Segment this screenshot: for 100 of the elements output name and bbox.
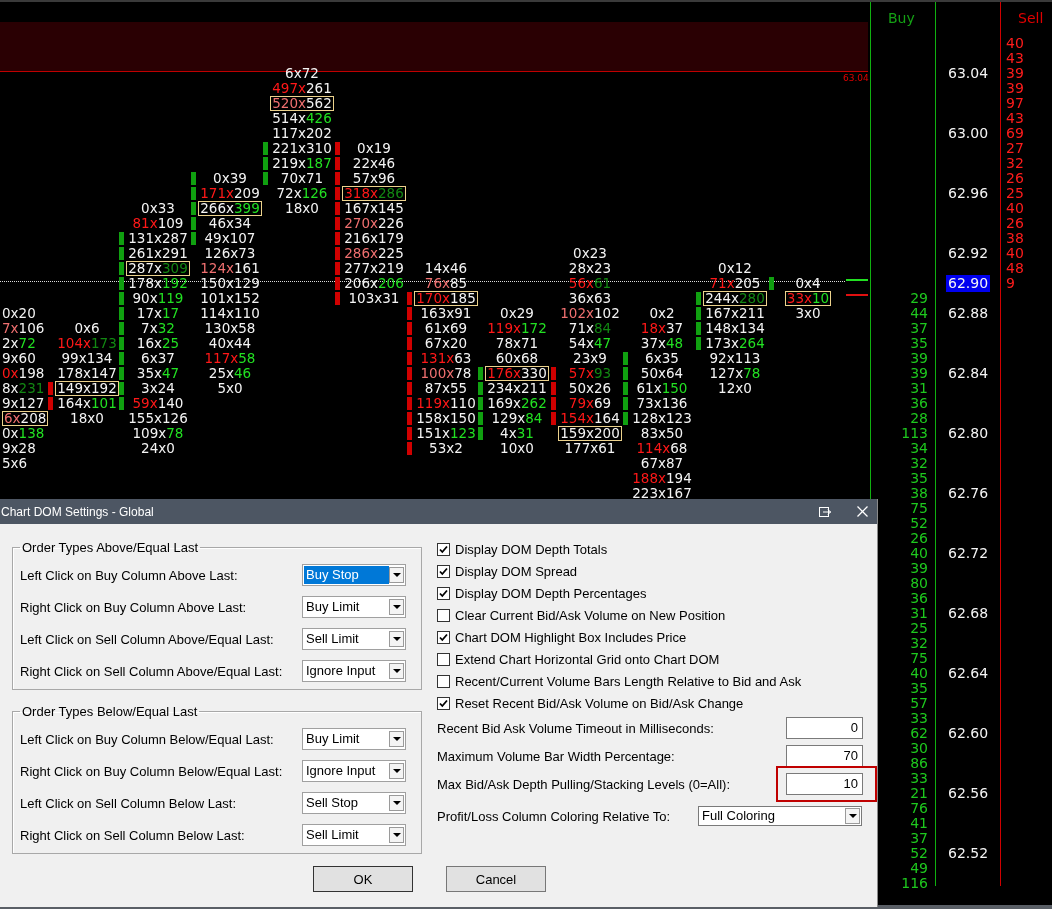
dropdown[interactable]: Sell Stop	[302, 792, 406, 814]
ask-volume: 44	[234, 335, 252, 351]
buy-volume: 34	[909, 441, 928, 456]
bid-volume: 35x	[136, 365, 162, 381]
ask-volume: 31	[382, 290, 400, 306]
price-level[interactable]: 62.52	[946, 846, 991, 861]
ask-volume: 179	[378, 230, 404, 246]
price-marker	[846, 279, 868, 281]
price-level[interactable]: 62.68	[946, 606, 991, 621]
price-level[interactable]: 62.92	[946, 246, 991, 261]
bid-volume: 83x	[640, 425, 666, 441]
bid-volume: 36x	[568, 290, 594, 306]
ask-volume: 69	[450, 320, 468, 336]
price-level[interactable]: 62.90	[946, 275, 991, 292]
price-level[interactable]: 62.88	[946, 306, 991, 321]
buy-volume: 26	[909, 531, 928, 546]
ask-volume: 55	[450, 380, 468, 396]
ask-volume: 48	[666, 335, 684, 351]
bid-volume: 0x	[2, 365, 19, 381]
checkbox[interactable]	[437, 608, 450, 622]
bid-volume: 103x	[348, 290, 383, 306]
ask-volume: 26	[594, 380, 612, 396]
dropdown[interactable]: Sell Limit	[302, 628, 406, 650]
ask-volume: 60	[18, 350, 36, 366]
bid-volume: 109x	[132, 425, 167, 441]
number-field[interactable]: 10	[786, 773, 863, 795]
ask-volume: 109	[157, 215, 184, 231]
dropdown[interactable]: Ignore Input	[302, 660, 406, 682]
popout-icon[interactable]	[819, 506, 831, 517]
checkbox-label: Display DOM Depth Totals	[455, 541, 608, 557]
checkbox[interactable]	[437, 564, 450, 578]
dialog-button[interactable]: OK	[313, 866, 413, 892]
bid-volume: 50x	[640, 365, 666, 381]
price-level[interactable]: 63.04	[946, 66, 991, 81]
checkbox[interactable]	[437, 586, 450, 600]
checkbox[interactable]	[437, 630, 450, 644]
ask-volume: 262	[521, 395, 547, 411]
price-level[interactable]: 63.00	[946, 126, 991, 141]
bid-volume: 129x	[491, 410, 526, 426]
field-label: Right Click on Sell Column Above/Equal Last:	[20, 663, 284, 679]
close-icon[interactable]	[857, 506, 868, 517]
bid-volume: 87x	[424, 380, 450, 396]
sell-volume: 40	[1006, 246, 1024, 261]
number-field[interactable]: 0	[786, 717, 863, 739]
checkbox[interactable]	[437, 674, 450, 688]
checkbox-label: Chart DOM Highlight Box Includes Price	[455, 629, 687, 645]
price-level[interactable]: 62.56	[946, 786, 991, 801]
checkbox[interactable]	[437, 652, 450, 666]
bid-volume: 54x	[568, 335, 594, 351]
dropdown[interactable]: Sell Limit	[302, 824, 406, 846]
bid-volume: 7x	[2, 320, 19, 336]
dropdown[interactable]: Buy Limit	[302, 596, 406, 618]
sell-volume: 27	[1006, 141, 1024, 156]
number-field[interactable]: 70	[786, 745, 863, 767]
bid-volume: 37x	[640, 335, 666, 351]
price-level[interactable]: 62.72	[946, 546, 991, 561]
dropdown[interactable]: Ignore Input	[302, 760, 406, 782]
checkbox[interactable]	[437, 542, 450, 556]
bid-volume: 71x	[568, 320, 594, 336]
ask-volume: 399	[234, 200, 260, 216]
dialog-button[interactable]: Cancel	[446, 866, 546, 892]
ask-volume: 78	[743, 365, 761, 381]
ask-volume: 63	[454, 350, 472, 366]
sell-volume: 25	[1006, 186, 1024, 201]
bid-volume: 150x	[200, 275, 234, 291]
ask-volume: 225	[378, 245, 404, 261]
dropdown[interactable]: Buy Limit	[302, 728, 406, 750]
ask-volume: 2	[666, 305, 675, 321]
ask-volume: 107	[229, 230, 256, 246]
ask-volume: 0	[812, 305, 821, 321]
price-level[interactable]: 62.80	[946, 426, 991, 441]
checkbox-label: Recent/Current Volume Bars Length Relative to Bid and Ask	[455, 673, 802, 689]
ask-volume: 61	[598, 440, 616, 456]
ask-volume: 93	[594, 365, 612, 381]
ask-volume: 31	[516, 425, 534, 441]
bid-volume: 9x	[2, 440, 19, 456]
checkbox[interactable]	[437, 696, 450, 710]
bid-volume: 40x	[208, 335, 234, 351]
price-level[interactable]: 62.96	[946, 186, 991, 201]
buy-volume: 86	[909, 756, 928, 771]
ask-volume: 64	[666, 365, 684, 381]
field-label: Maximum Volume Bar Width Percentage:	[437, 748, 676, 764]
buy-volume: 35	[909, 681, 928, 696]
bid-volume: 159x	[560, 425, 594, 441]
bid-volume: 0x	[213, 170, 230, 186]
ask-volume: 102	[594, 305, 620, 321]
price-level[interactable]: 62.84	[946, 366, 991, 381]
price-level[interactable]: 62.60	[946, 726, 991, 741]
ask-volume: 61	[594, 275, 612, 291]
price-level[interactable]: 62.64	[946, 666, 991, 681]
bid-volume: 28x	[568, 260, 594, 276]
ask-volume: 9	[598, 350, 607, 366]
bid-volume: 216x	[344, 230, 378, 246]
checkbox-label: Reset Recent Bid/Ask Volume on Bid/Ask Change	[455, 695, 744, 711]
dropdown[interactable]: Buy Stop	[302, 564, 406, 586]
dropdown[interactable]: Full Coloring	[698, 806, 862, 826]
price-level[interactable]: 62.76	[946, 486, 991, 501]
buy-volume: 29	[909, 291, 928, 306]
bid-volume: 171x	[200, 185, 234, 201]
dialog-title: Chart DOM Settings - Global	[1, 504, 155, 519]
